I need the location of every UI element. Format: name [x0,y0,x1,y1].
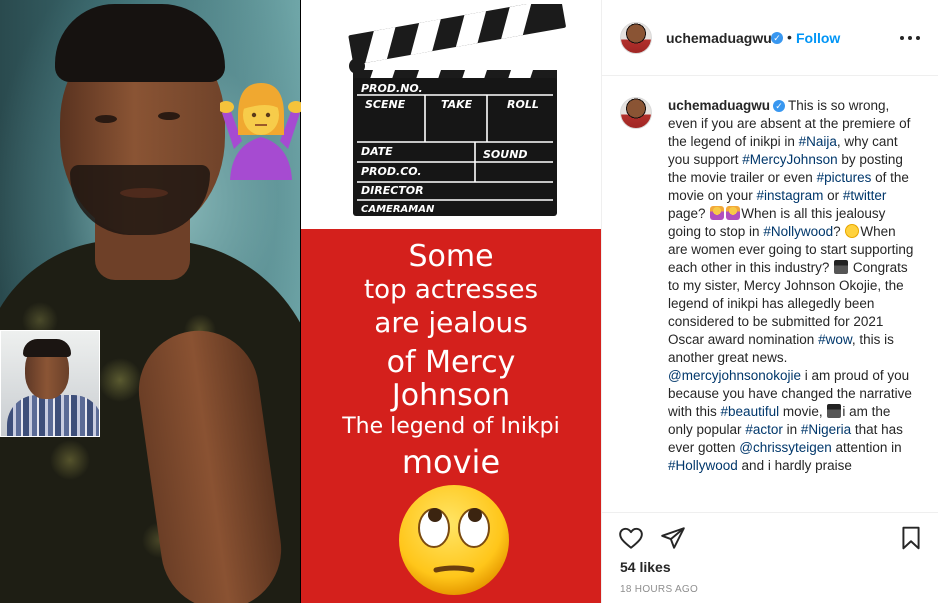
bookmark-icon[interactable] [898,525,924,551]
clapper-label-scene: SCENE [365,98,406,111]
clapper-label-date: DATE [361,145,393,158]
poster-line-5: Johnson [391,378,511,413]
hashtag-actor[interactable]: #actor [745,422,783,437]
post-timestamp[interactable]: 18 HOURS AGO [620,584,698,595]
clapperboard-emoji-icon [834,260,849,274]
clapper-label-prodco: PROD.CO. [361,165,422,178]
poster-line-7: movie [401,443,501,481]
caption-username[interactable]: uchemaduagwu [668,98,770,113]
shrug-emoji-icon [710,206,725,220]
post-side-panel: uchemaduagwu ✓ • Follow uchemaduagwu ✓ Thi… [601,0,938,603]
author-username[interactable]: uchemaduagwu [666,30,772,46]
hashtag-twitter[interactable]: #twitter [843,188,887,203]
hashtag-wow[interactable]: #wow [818,332,852,347]
clapper-label-take: TAKE [441,98,473,111]
clapperboard-icon: PROD.NO. SCENE TAKE ROLL DATE SOUND PROD… [348,4,566,216]
poster-line-1: Some [408,239,494,274]
hashtag-hollywood[interactable]: #Hollywood [668,458,738,473]
post-media[interactable]: PROD.NO. SCENE TAKE ROLL DATE SOUND PROD… [0,0,601,603]
hashtag-mercyjohnson[interactable]: #MercyJohnson [742,152,837,167]
poster-headline: Some top actresses are jealous of Mercy … [301,240,601,482]
poster-line-2: top actresses [363,275,539,305]
heart-icon[interactable] [618,525,644,551]
hashtag-instagram[interactable]: #instagram [757,188,824,203]
shrug-emoji-icon [726,206,741,220]
paper-plane-icon[interactable] [660,525,686,551]
post-actions-bar: 54 likes 18 HOURS AGO [602,512,938,603]
hashtag-nigeria[interactable]: #Nigeria [801,422,851,437]
eye-roll-emoji-icon [845,224,860,238]
post-caption: uchemaduagwu ✓ This is so wrong, even if y… [668,98,914,473]
follow-button[interactable]: Follow [796,30,840,46]
likes-count[interactable]: 54 likes [620,559,671,575]
inset-portrait-photo [0,330,100,437]
clapper-label-prodno: PROD.NO. [361,82,423,95]
hashtag-pictures[interactable]: #pictures [817,170,872,185]
verified-badge-icon: ✓ [771,32,783,44]
caption-verified-badge-icon: ✓ [773,100,786,112]
movie-poster: PROD.NO. SCENE TAKE ROLL DATE SOUND PROD… [301,0,601,603]
poster-line-6: The legend of Inikpi [342,414,560,439]
shrug-emoji-icon [220,83,302,180]
clapper-label-cameraman: CAMERAMAN [361,204,435,215]
caption-author-avatar[interactable] [620,97,652,129]
author-avatar[interactable] [620,22,652,54]
header-separator: • [787,29,792,45]
clapperboard-emoji-icon [827,404,842,418]
clapper-label-director: DIRECTOR [361,184,424,197]
more-options-icon[interactable] [898,28,922,48]
eye-roll-emoji-icon [399,485,509,595]
mention-mercyjohnsonokojie[interactable]: @mercyjohnsonokojie [668,368,801,383]
poster-line-4: of Mercy [386,345,516,380]
hashtag-nollywood[interactable]: #Nollywood [763,224,833,239]
hashtag-naija[interactable]: #Naija [799,134,837,149]
post-header: uchemaduagwu ✓ • Follow [602,0,938,76]
clapper-label-roll: ROLL [507,98,539,111]
hashtag-beautiful[interactable]: #beautiful [721,404,780,419]
caption-area[interactable]: uchemaduagwu ✓ This is so wrong, even if y… [602,77,938,512]
clapper-label-sound: SOUND [483,148,528,161]
poster-line-3: are jealous [374,306,528,339]
mention-chrissyteigen[interactable]: @chrissyteigen [739,440,832,455]
